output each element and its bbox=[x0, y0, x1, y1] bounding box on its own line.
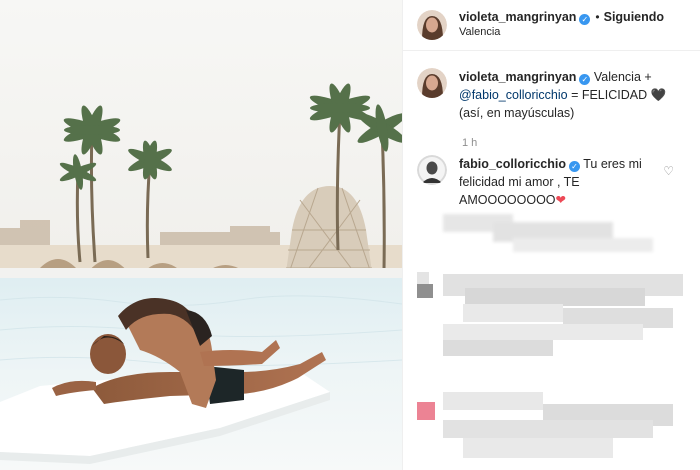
blurred-comment-3 bbox=[417, 392, 673, 458]
avatar-image bbox=[417, 10, 447, 40]
comment-text: fabio_colloricchio ✓ Tu eres mi felicidad… bbox=[459, 155, 669, 209]
avatar-image bbox=[417, 68, 447, 98]
following-button[interactable]: Siguiendo bbox=[604, 10, 664, 24]
header-text: violeta_mangrinyan ✓ • Siguiendo Valencia bbox=[459, 10, 664, 40]
post-location[interactable]: Valencia bbox=[459, 25, 664, 40]
commenter-username[interactable]: fabio_colloricchio bbox=[459, 157, 566, 171]
caption-text: violeta_mangrinyan ✓ Valencia + @fabio_co… bbox=[459, 68, 666, 122]
caption-timestamp[interactable]: 1 h bbox=[462, 137, 477, 149]
caption-author-avatar[interactable] bbox=[417, 68, 447, 98]
avatar-image bbox=[417, 155, 447, 185]
verified-badge-icon: ✓ bbox=[568, 161, 580, 172]
photo-scene bbox=[0, 0, 402, 470]
author-avatar[interactable] bbox=[417, 10, 447, 40]
separator-dot: • bbox=[595, 10, 600, 24]
post-photo[interactable] bbox=[0, 0, 402, 470]
red-heart-emoji: ❤ bbox=[555, 193, 567, 207]
caption-mention-link[interactable]: @fabio_colloricchio bbox=[459, 88, 568, 102]
like-heart-icon[interactable]: ♡ bbox=[663, 164, 674, 178]
blurred-comment-1 bbox=[443, 214, 653, 252]
caption-line2: (así, en mayúsculas) bbox=[459, 106, 575, 120]
author-username[interactable]: violeta_mangrinyan bbox=[459, 10, 576, 24]
verified-badge-icon: ✓ bbox=[579, 14, 591, 25]
instagram-post-view: violeta_mangrinyan ✓ • Siguiendo Valencia v… bbox=[0, 0, 700, 470]
post-caption: violeta_mangrinyan ✓ Valencia + @fabio_co… bbox=[417, 68, 686, 122]
caption-text-part1: Valencia + bbox=[593, 70, 652, 84]
post-sidebar: violeta_mangrinyan ✓ • Siguiendo Valencia v… bbox=[402, 0, 700, 470]
blurred-comment-2 bbox=[417, 272, 683, 356]
commenter-avatar[interactable] bbox=[417, 155, 447, 185]
verified-badge-icon: ✓ bbox=[579, 74, 591, 85]
comment-item: fabio_colloricchio ✓ Tu eres mi felicidad… bbox=[417, 155, 686, 209]
blurred-comments-area bbox=[417, 214, 683, 458]
black-heart-emoji: 🖤 bbox=[650, 88, 667, 102]
caption-text-part2: = FELICIDAD bbox=[571, 88, 648, 102]
post-header: violeta_mangrinyan ✓ • Siguiendo Valencia bbox=[403, 0, 700, 51]
caption-author-username[interactable]: violeta_mangrinyan bbox=[459, 70, 576, 84]
